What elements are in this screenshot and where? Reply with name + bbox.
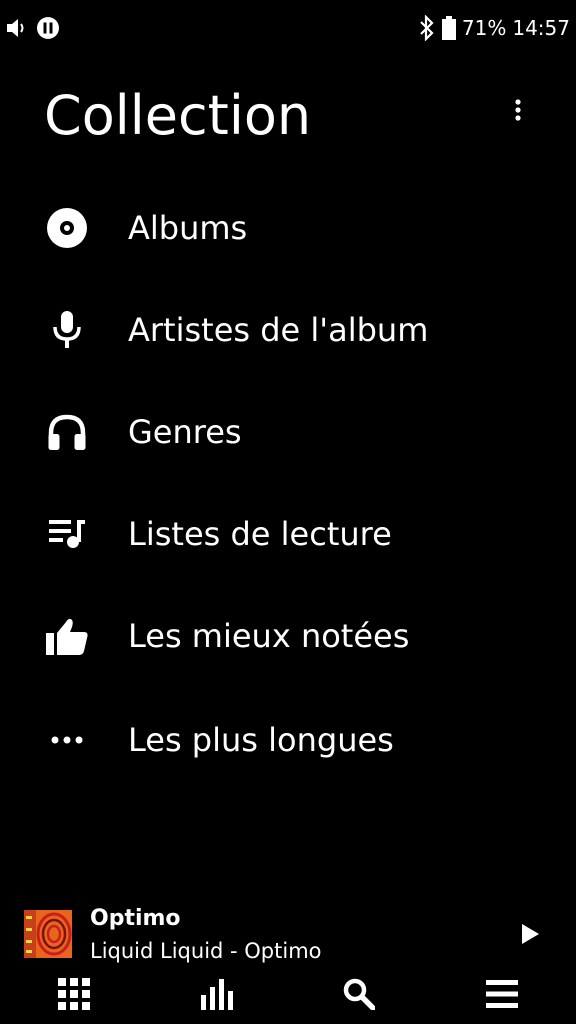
menu-item-label: Albums: [128, 209, 248, 247]
pause-circle-icon: [37, 17, 59, 39]
menu-icon: [486, 980, 518, 1008]
microphone-icon: [44, 307, 90, 353]
menu-item-genres[interactable]: Genres: [0, 382, 576, 482]
more-horiz-icon: [44, 717, 90, 763]
menu-item-longest[interactable]: Les plus longues: [0, 690, 576, 790]
clock: 14:57: [512, 16, 570, 40]
nav-stats-button[interactable]: [193, 974, 241, 1014]
playlist-icon: [44, 511, 90, 557]
bar-chart-icon: [201, 979, 233, 1010]
more-vert-icon: [515, 99, 521, 121]
nav-menu-button[interactable]: [478, 974, 526, 1014]
menu-item-top-rated[interactable]: Les mieux notées: [0, 586, 576, 686]
bottom-nav: [0, 964, 576, 1024]
battery-percent: 71%: [461, 16, 507, 40]
page-title: Collection: [44, 84, 312, 147]
menu-item-album-artists[interactable]: Artistes de l'album: [0, 280, 576, 380]
overflow-menu-button[interactable]: [496, 88, 540, 132]
menu-item-label: Artistes de l'album: [128, 311, 429, 349]
play-button[interactable]: [508, 916, 552, 952]
bluetooth-icon: [420, 15, 434, 41]
menu-item-label: Genres: [128, 413, 242, 451]
volume-icon: [7, 19, 24, 37]
play-icon: [522, 924, 539, 944]
grid-icon: [58, 978, 90, 1010]
album-disc-icon: [44, 205, 90, 251]
now-playing-title: Optimo: [90, 906, 181, 931]
menu-item-playlists[interactable]: Listes de lecture: [0, 484, 576, 584]
now-playing-bar[interactable]: Optimo Liquid Liquid - Optimo: [0, 896, 576, 974]
now-playing-subtitle: Liquid Liquid - Optimo: [90, 939, 322, 963]
menu-item-label: Les plus longues: [128, 721, 394, 759]
status-right: 71% 14:57: [418, 14, 570, 42]
search-icon: [343, 978, 375, 1010]
album-art[interactable]: [24, 910, 72, 958]
thumb-up-icon: [44, 613, 90, 659]
nav-search-button[interactable]: [335, 974, 383, 1014]
nav-library-button[interactable]: [50, 974, 98, 1014]
menu-item-albums[interactable]: Albums: [0, 178, 576, 278]
headphones-icon: [44, 409, 90, 455]
battery-icon: [441, 16, 456, 40]
menu-item-label: Les mieux notées: [128, 617, 410, 655]
status-bar: 71% 14:57: [0, 0, 576, 56]
menu-item-label: Listes de lecture: [128, 515, 392, 553]
